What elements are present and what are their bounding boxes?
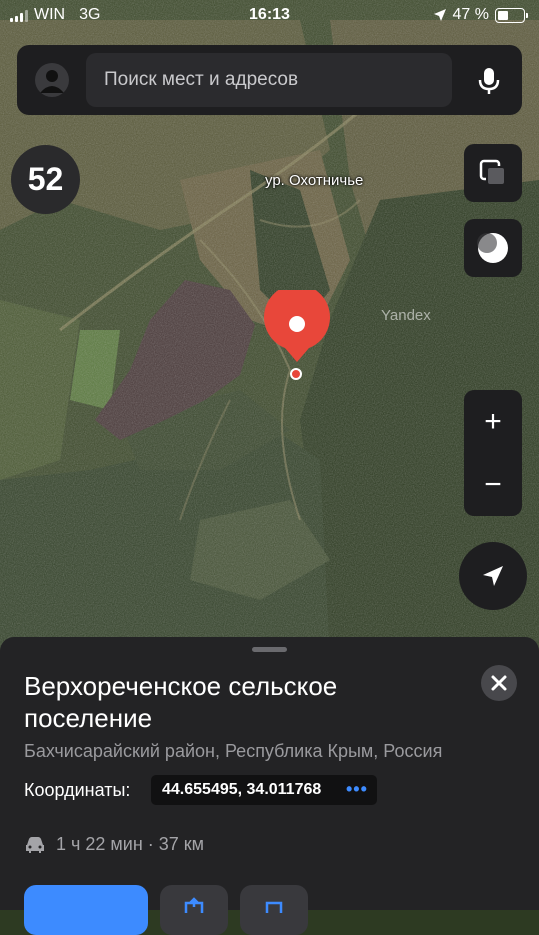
yandex-logo: Yandex <box>381 307 431 324</box>
battery-icon <box>495 7 528 23</box>
night-mode-icon <box>477 233 508 263</box>
speed-limit-badge: 52 <box>11 145 80 214</box>
share-icon <box>184 897 204 913</box>
night-mode-button[interactable] <box>464 219 522 277</box>
zoom-controls: + − <box>464 390 522 516</box>
search-input[interactable]: Поиск мест и адресов <box>86 53 452 107</box>
sheet-grabber[interactable] <box>252 647 287 652</box>
place-address: Бахчисарайский район, Республика Крым, Р… <box>24 741 443 761</box>
search-bar: Поиск мест и адресов <box>17 45 522 115</box>
coordinates-value: 44.655495, 34.011768 <box>162 781 322 798</box>
navigation-arrow-icon <box>483 566 503 586</box>
share-button[interactable] <box>160 885 228 935</box>
zoom-in-button[interactable]: + <box>464 390 522 453</box>
profile-button[interactable] <box>35 63 69 97</box>
route-summary: 1 ч 22 мин · 37 км <box>24 834 204 855</box>
zoom-out-button[interactable]: − <box>464 453 522 516</box>
battery-percent: 47 % <box>452 6 489 23</box>
microphone-icon <box>478 68 500 94</box>
map-place-label: ур. Охотничье <box>265 172 364 189</box>
location-pin-icon[interactable] <box>263 290 331 366</box>
bookmark-icon <box>265 901 283 913</box>
my-location-button[interactable] <box>459 542 527 610</box>
route-button[interactable] <box>24 885 148 935</box>
close-icon <box>491 675 507 691</box>
bookmark-button[interactable] <box>240 885 308 935</box>
layers-icon <box>479 159 506 186</box>
location-arrow-icon <box>433 9 446 21</box>
person-icon <box>40 70 64 93</box>
pin-target-dot <box>290 368 302 380</box>
close-card-button[interactable] <box>481 665 517 701</box>
map-layers-button[interactable] <box>464 144 522 202</box>
status-bar: WIN 3G 16:13 47 % <box>0 0 539 30</box>
route-time-distance: 1 ч 22 мин · 37 км <box>56 834 205 854</box>
coordinates-chip[interactable]: 44.655495, 34.011768 ••• <box>151 775 377 805</box>
place-title: Верхореченское сельское поселение <box>24 671 338 733</box>
car-icon <box>26 836 44 853</box>
coordinates-label: Координаты: <box>24 780 131 800</box>
coordinates-more-button[interactable]: ••• <box>346 779 368 800</box>
voice-search-button[interactable] <box>472 63 506 97</box>
